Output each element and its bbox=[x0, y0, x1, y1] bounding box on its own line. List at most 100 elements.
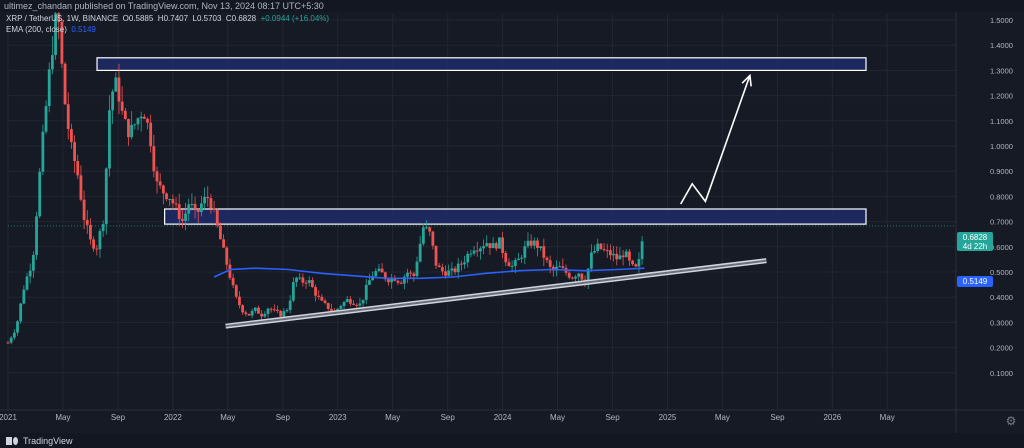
candle-body bbox=[158, 181, 162, 186]
candle-body bbox=[526, 240, 530, 247]
candle-body bbox=[605, 250, 609, 252]
candle-body bbox=[76, 161, 80, 176]
candle-body bbox=[329, 308, 333, 311]
candle-body bbox=[149, 122, 153, 147]
trendline-inner bbox=[225, 259, 767, 328]
candle-body bbox=[428, 227, 432, 232]
candle-body bbox=[593, 251, 596, 253]
candle-body bbox=[352, 303, 355, 305]
bar-countdown: 4d 22h bbox=[962, 242, 988, 251]
x-tick-label: May bbox=[385, 413, 400, 422]
chart-area[interactable]: 0.1000 0.2000 0.3000 0.4000 0.5000 0.6000 0.70… bbox=[0, 12, 1024, 433]
candle-body bbox=[25, 276, 29, 290]
x-tick-label: May bbox=[55, 413, 70, 422]
candle-body bbox=[263, 313, 267, 317]
candle-body bbox=[98, 231, 102, 250]
candle-body bbox=[272, 309, 276, 311]
candle-body bbox=[111, 91, 115, 111]
candle-body bbox=[177, 204, 181, 219]
gear-icon[interactable]: ⚙ bbox=[1004, 414, 1018, 428]
candle-body bbox=[342, 302, 346, 306]
candle-body bbox=[301, 277, 305, 283]
candle-body bbox=[152, 146, 156, 172]
candle-body bbox=[358, 303, 362, 306]
y-tick-label: 1.4000 bbox=[990, 41, 1013, 50]
candle-body bbox=[35, 216, 38, 255]
candle-body bbox=[475, 250, 479, 252]
candle-body bbox=[22, 289, 26, 304]
candle-body bbox=[491, 243, 495, 249]
candle-body bbox=[47, 69, 51, 107]
candle-body bbox=[409, 272, 413, 274]
candle-body bbox=[234, 285, 238, 297]
publish-line: ultimez_chandan published on TradingView… bbox=[4, 1, 324, 11]
last-price-tag: 0.6828 4d 22h bbox=[957, 232, 993, 251]
candle-body bbox=[469, 253, 473, 255]
ema-price-tag: 0.5149 bbox=[957, 276, 993, 287]
candle-body bbox=[444, 271, 447, 276]
y-tick-label: 1.2000 bbox=[990, 92, 1013, 101]
candle-body bbox=[323, 300, 327, 303]
candle-body bbox=[193, 203, 197, 210]
candle-body bbox=[501, 237, 505, 253]
candle-body bbox=[16, 321, 19, 333]
candle-body bbox=[472, 250, 476, 254]
candle-body bbox=[184, 213, 187, 221]
candle-body bbox=[466, 253, 470, 263]
candle-body bbox=[212, 208, 216, 210]
x-tick-label: May bbox=[550, 413, 565, 422]
candle-body bbox=[266, 308, 270, 314]
candle-body bbox=[219, 225, 222, 240]
legend-symbol: XRP / TetherUS, 1W, BINANCE bbox=[6, 14, 119, 23]
x-tick-label: May bbox=[880, 413, 895, 422]
candle-body bbox=[104, 168, 108, 225]
y-tick-label: 0.5000 bbox=[990, 268, 1013, 277]
candle-body bbox=[634, 264, 638, 267]
candle-body bbox=[50, 55, 54, 70]
candle-body bbox=[9, 337, 13, 343]
candle-body bbox=[314, 287, 317, 296]
candle-body bbox=[168, 199, 172, 201]
candle-body bbox=[200, 203, 203, 212]
candle-body bbox=[377, 268, 381, 272]
candle-body bbox=[231, 277, 235, 286]
candle-body bbox=[387, 279, 390, 283]
candle-body bbox=[6, 342, 10, 344]
candle-body bbox=[79, 175, 83, 200]
candle-body bbox=[295, 277, 298, 283]
candle-body bbox=[612, 253, 615, 256]
candle-body bbox=[291, 282, 295, 301]
y-tick-label: 0.4000 bbox=[990, 293, 1013, 302]
candle-body bbox=[190, 203, 194, 205]
candle-body bbox=[85, 220, 89, 225]
candle-body bbox=[485, 243, 489, 247]
candle-body bbox=[228, 264, 232, 278]
candle-body bbox=[517, 258, 520, 261]
candle-body bbox=[355, 304, 359, 306]
footer-brand: TradingView bbox=[23, 435, 73, 446]
candle-body bbox=[120, 101, 124, 111]
candle-body bbox=[561, 266, 565, 268]
x-tick-label: Sep bbox=[441, 413, 456, 422]
y-tick-label: 0.1000 bbox=[990, 369, 1013, 378]
candle-body bbox=[92, 239, 96, 249]
y-tick-label: 1.3000 bbox=[990, 66, 1013, 75]
candle-body bbox=[326, 302, 330, 309]
candle-body bbox=[257, 307, 260, 314]
candle-body bbox=[19, 303, 23, 322]
candle-body bbox=[187, 204, 191, 214]
candle-body bbox=[459, 263, 463, 265]
y-tick-label: 0.9000 bbox=[990, 167, 1013, 176]
candle-body bbox=[520, 257, 524, 259]
candle-body bbox=[609, 250, 612, 256]
price-chart[interactable]: 0.1000 0.2000 0.3000 0.4000 0.5000 0.6000 0.70… bbox=[0, 12, 1024, 433]
candle-body bbox=[574, 276, 577, 279]
candle-body bbox=[222, 239, 225, 248]
ema-200-line bbox=[213, 267, 645, 280]
candle-body bbox=[171, 199, 175, 204]
projection-path bbox=[680, 75, 751, 205]
candle-body bbox=[161, 185, 165, 194]
candle-body bbox=[361, 299, 365, 304]
candle-body bbox=[364, 284, 368, 300]
x-tick-label: 2021 bbox=[0, 413, 17, 422]
